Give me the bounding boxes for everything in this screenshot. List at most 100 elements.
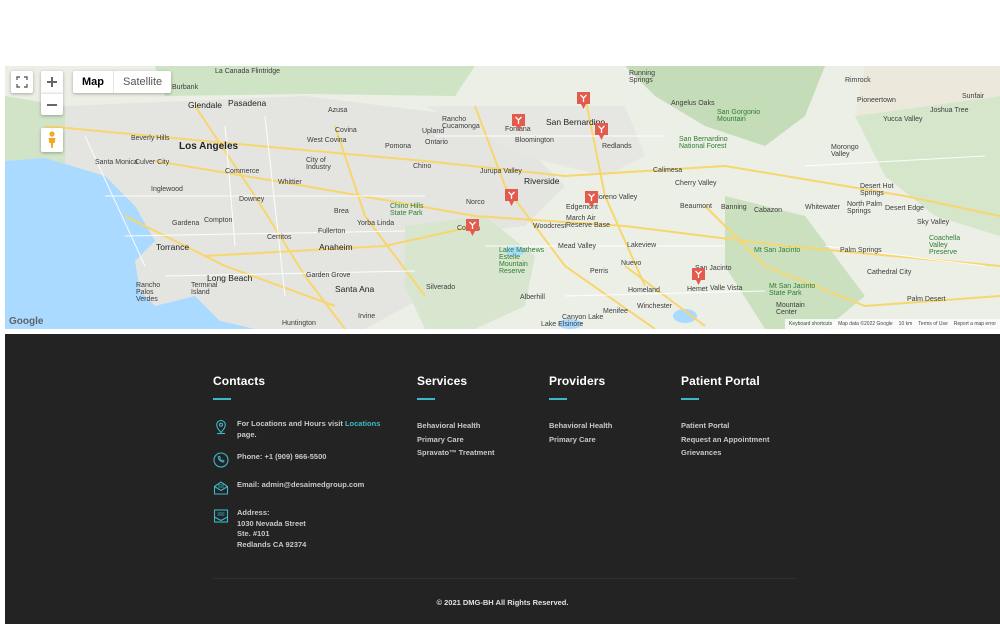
map-label: Rancho Palos Verdes: [136, 282, 161, 303]
email-text[interactable]: Email: admin@desaimedgroup.com: [237, 480, 364, 491]
location-map[interactable]: Map Satellite La Canada Flintridge Burba…: [5, 66, 1000, 329]
map-label: City of Industry: [306, 157, 331, 171]
map-label: Cathedral City: [867, 269, 912, 276]
map-label: Palm Springs: [840, 247, 882, 254]
patient-portal-column: Patient Portal Patient Portal Request an…: [681, 374, 769, 460]
map-label: Downey: [239, 196, 265, 203]
map-label: Gardena: [172, 220, 200, 227]
plus-icon: [47, 77, 57, 87]
services-link-spravato[interactable]: Spravato™ Treatment: [417, 446, 495, 460]
locations-link[interactable]: Locations: [345, 419, 380, 428]
map-label: Anaheim: [319, 242, 353, 252]
portal-link-patient-portal[interactable]: Patient Portal: [681, 419, 769, 433]
map-label: Glendale: [188, 100, 223, 110]
keyboard-shortcuts-link[interactable]: Keyboard shortcuts: [789, 319, 832, 329]
fullscreen-button[interactable]: [11, 71, 33, 93]
map-label: La Canada Flintridge: [215, 68, 280, 75]
map-label: Santa Monica: [95, 159, 138, 166]
services-title: Services: [417, 374, 468, 388]
report-error-link[interactable]: Report a map error: [954, 319, 996, 329]
map-label: Running Springs: [629, 70, 656, 84]
map-label: March Air Reserve Base: [566, 215, 610, 229]
map-label: Banning: [721, 204, 747, 211]
map-label: Rancho Cucamonga: [442, 116, 480, 130]
map-label: Alberhill: [520, 294, 545, 301]
map-label: Ontario: [425, 139, 448, 146]
terms-link[interactable]: Terms of Use: [918, 319, 947, 329]
address-label: Address:: [237, 508, 270, 517]
map-label: Homeland: [628, 287, 660, 294]
minus-icon: [47, 103, 57, 106]
map-label: Woodcrest: [533, 223, 567, 230]
map-label: Covina: [335, 127, 357, 134]
location-marker[interactable]: [595, 123, 608, 140]
map-label: Moreno Valley: [593, 194, 638, 201]
providers-column: Providers Behavioral Health Primary Care: [549, 374, 612, 446]
phone-icon: [213, 452, 229, 468]
patient-portal-title: Patient Portal: [681, 374, 760, 388]
zoom-out-button[interactable]: [41, 93, 63, 115]
footer-divider: [213, 578, 797, 579]
providers-title: Providers: [549, 374, 606, 388]
scale-label[interactable]: 10 km: [899, 319, 913, 329]
providers-link-behavioral-health[interactable]: Behavioral Health: [549, 419, 612, 433]
providers-link-primary-care[interactable]: Primary Care: [549, 433, 612, 447]
services-link-primary-care[interactable]: Primary Care: [417, 433, 495, 447]
map-label: Compton: [204, 217, 233, 224]
map-label: Irvine: [358, 313, 376, 320]
copyright-text: © 2021 DMG-BH All Rights Reserved.: [436, 598, 569, 607]
services-underline: [417, 398, 435, 400]
map-label: Inglewood: [151, 186, 183, 193]
portal-link-grievances[interactable]: Grievances: [681, 446, 769, 460]
map-label: Lake Mathews Estelle Mountain Reserve: [499, 247, 545, 275]
map-label: North Palm Springs: [847, 201, 883, 215]
location-marker[interactable]: [512, 114, 525, 131]
map-label: Mt San Jacinto State Park: [769, 283, 816, 297]
location-marker[interactable]: [692, 268, 705, 285]
map-label: Desert Edge: [885, 205, 924, 212]
contact-email: Email: admin@desaimedgroup.com: [213, 480, 393, 496]
map-label: Jurupa Valley: [480, 168, 522, 175]
map-label: Norco: [466, 199, 485, 206]
map-label: Coachella Valley Preserve: [929, 235, 961, 256]
map-label: Beaumont: [680, 203, 712, 210]
street-view-pegman[interactable]: [41, 128, 63, 152]
phone-text[interactable]: Phone: +1 (909) 966-5500: [237, 452, 326, 463]
zoom-in-button[interactable]: [41, 71, 63, 93]
map-label: Perris: [590, 268, 609, 275]
map-type-satellite-button[interactable]: Satellite: [113, 71, 171, 93]
contacts-title: Contacts: [213, 374, 266, 388]
map-label: Cabazon: [754, 207, 783, 214]
map-label: Chino: [413, 163, 432, 170]
map-label-los-angeles: Los Angeles: [179, 141, 239, 152]
location-marker[interactable]: [466, 219, 479, 236]
google-logo[interactable]: Google: [9, 316, 43, 327]
map-label: Winchester: [637, 303, 673, 310]
portal-link-request-appointment[interactable]: Request an Appointment: [681, 433, 769, 447]
map-label: Garden Grove: [306, 272, 351, 279]
location-marker[interactable]: [505, 189, 518, 206]
map-label: Valle Vista: [710, 285, 743, 292]
map-label: Bloomington: [515, 137, 554, 144]
map-type-control[interactable]: Map Satellite: [73, 71, 172, 93]
location-marker[interactable]: [577, 92, 590, 109]
map-label: Menifee: [603, 308, 628, 315]
map-type-map-button[interactable]: Map: [73, 71, 113, 93]
locations-suffix: page.: [237, 429, 257, 439]
services-link-behavioral-health[interactable]: Behavioral Health: [417, 419, 495, 433]
map-label: Santa Ana: [335, 284, 375, 294]
map-label: Commerce: [225, 168, 260, 175]
map-label: Beverly Hills: [131, 135, 170, 142]
map-label: Palm Desert: [907, 296, 946, 303]
map-label: Azusa: [328, 107, 348, 114]
map-label: Hemet: [687, 286, 708, 293]
map-label: Torrance: [156, 242, 190, 252]
map-label: Mt San Jacinto: [754, 247, 801, 254]
locations-prefix: For Locations and Hours visit: [237, 419, 343, 428]
map-label: Joshua Tree: [930, 107, 969, 114]
map-label: Yucca Valley: [883, 116, 923, 123]
location-marker[interactable]: [585, 191, 598, 208]
map-label: Huntington: [282, 320, 316, 327]
providers-underline: [549, 398, 567, 400]
services-column: Services Behavioral Health Primary Care …: [417, 374, 495, 460]
